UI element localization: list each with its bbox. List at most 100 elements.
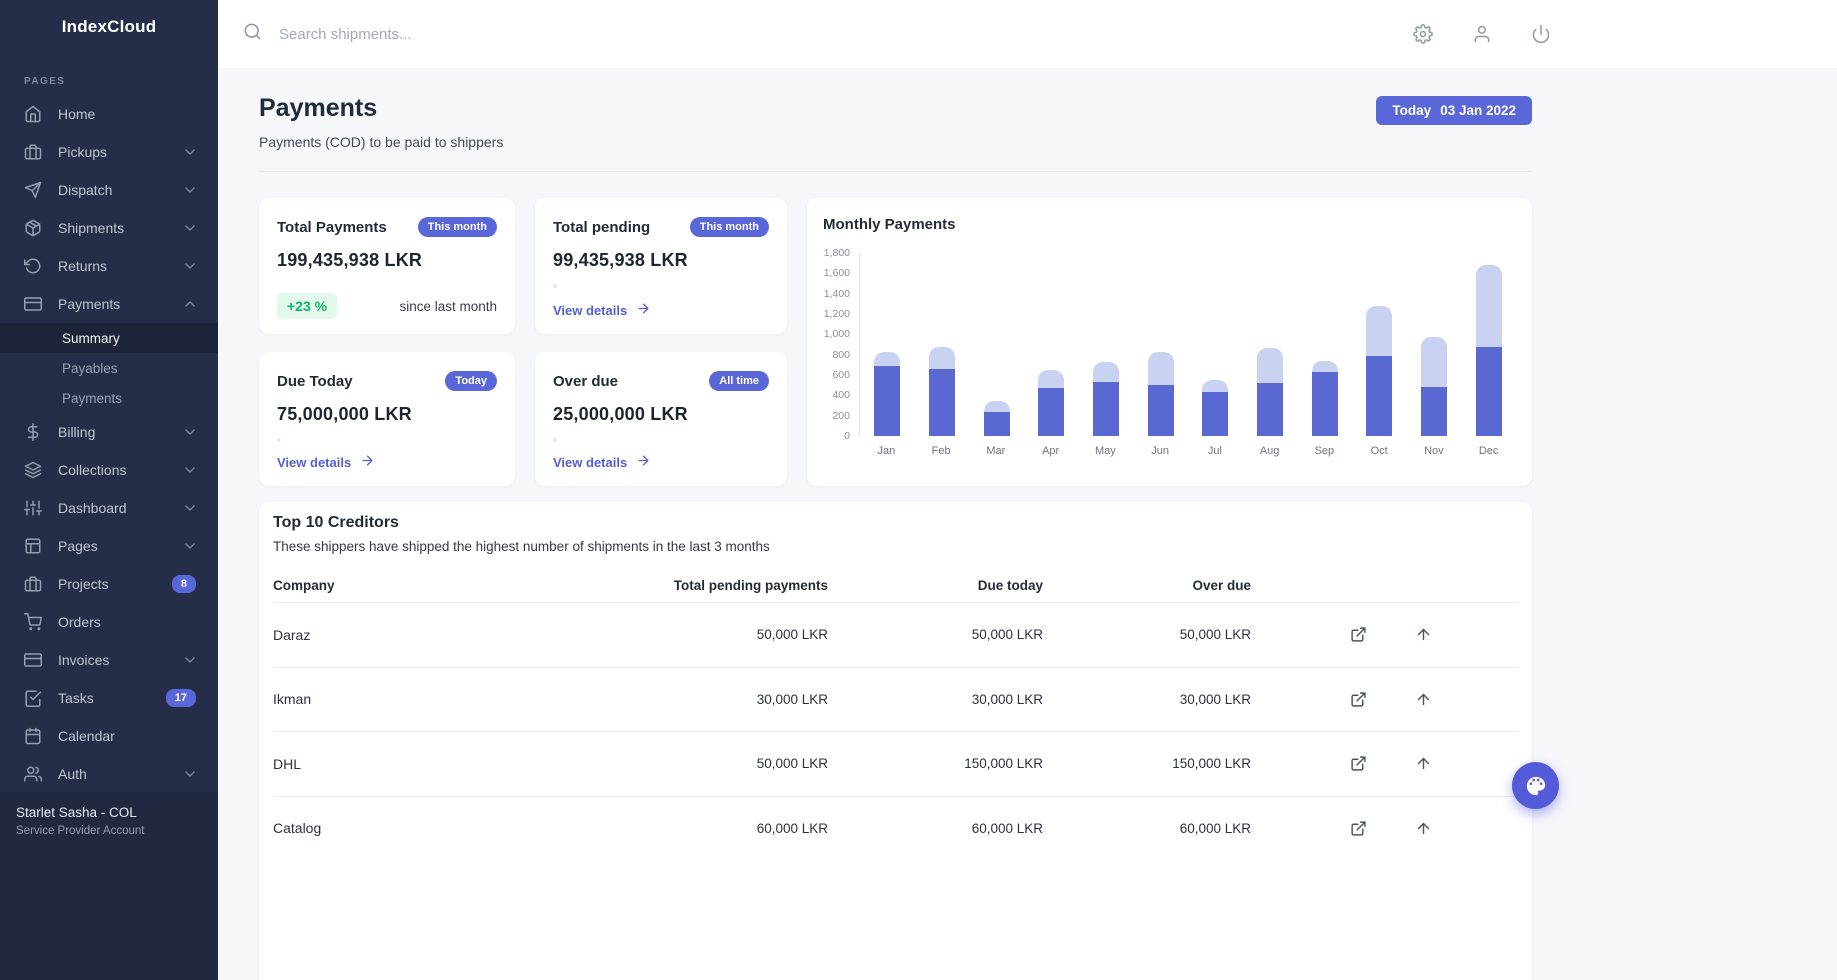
briefcase-icon <box>24 143 42 161</box>
bar-sep[interactable] <box>1312 361 1338 436</box>
bar-oct[interactable] <box>1366 306 1392 436</box>
external-link-button[interactable] <box>1349 690 1367 708</box>
bar-jun[interactable] <box>1148 352 1174 436</box>
sidebar-item-pages[interactable]: Pages <box>0 527 218 565</box>
count-badge: 8 <box>172 575 196 593</box>
sidebar-section-label: PAGES <box>0 76 218 87</box>
sidebar-item-dashboard[interactable]: Dashboard <box>0 489 218 527</box>
send-icon <box>24 181 42 199</box>
sidebar-item-payables[interactable]: Payables <box>0 353 218 383</box>
bar-may[interactable] <box>1093 362 1119 436</box>
arrow-right-icon <box>636 301 651 319</box>
due-today-cell: 50,000 LKR <box>828 627 1043 642</box>
x-axis-label: May <box>1078 445 1133 457</box>
sidebar-item-summary[interactable]: Summary <box>0 323 218 353</box>
bar-jul[interactable] <box>1202 380 1228 436</box>
row-actions <box>1251 819 1518 837</box>
bar-segment-secondary <box>1148 352 1174 385</box>
company-cell: Ikman <box>273 691 598 707</box>
bar-segment-primary <box>1476 347 1502 436</box>
arrow-up-button[interactable] <box>1414 690 1432 708</box>
sidebar-item-orders[interactable]: Orders <box>0 603 218 641</box>
arrow-up-button[interactable] <box>1414 755 1432 773</box>
column-header-over-due: Over due <box>1043 578 1251 593</box>
sidebar-item-collections[interactable]: Collections <box>0 451 218 489</box>
bar-mar[interactable] <box>984 401 1010 436</box>
view-details-link[interactable]: View details <box>553 453 769 471</box>
period-badge: Today <box>445 371 497 391</box>
over-due-card: Over due All time 25,000,000 LKR View de… <box>535 352 787 486</box>
x-axis-label: Jul <box>1188 445 1243 457</box>
chart-plot-area <box>859 253 1516 436</box>
bar-slot <box>1461 265 1516 436</box>
bar-apr[interactable] <box>1038 370 1064 436</box>
x-axis-label: Apr <box>1023 445 1078 457</box>
placeholder-dot <box>277 438 281 442</box>
search-input[interactable] <box>277 25 707 44</box>
topbar <box>218 0 1837 68</box>
sidebar-item-payments[interactable]: Payments <box>0 285 218 323</box>
account-name: Starlet Sasha - COL <box>16 805 202 820</box>
layout-icon <box>24 537 42 555</box>
bar-segment-primary <box>1257 383 1283 436</box>
credit-card-icon <box>24 651 42 669</box>
view-details-link[interactable]: View details <box>277 453 497 471</box>
y-axis-tick: 1,000 <box>824 328 850 340</box>
logout-button[interactable] <box>1522 15 1560 53</box>
sidebar-item-returns[interactable]: Returns <box>0 247 218 285</box>
sidebar-item-calendar[interactable]: Calendar <box>0 717 218 755</box>
external-link-button[interactable] <box>1349 819 1367 837</box>
arrow-up-button[interactable] <box>1414 819 1432 837</box>
bar-dec[interactable] <box>1476 265 1502 436</box>
sidebar-item-dispatch[interactable]: Dispatch <box>0 171 218 209</box>
chevron-down-icon <box>182 462 198 478</box>
period-badge: This month <box>418 217 497 237</box>
chevron-down-icon <box>182 500 198 516</box>
bar-feb[interactable] <box>929 347 955 436</box>
sidebar-item-shipments[interactable]: Shipments <box>0 209 218 247</box>
row-actions <box>1251 690 1518 708</box>
bar-segment-primary <box>929 369 955 436</box>
creditors-table-body: Daraz50,000 LKR50,000 LKR50,000 LKRIkman… <box>273 602 1518 860</box>
view-details-link[interactable]: View details <box>553 301 769 319</box>
y-axis-tick: 200 <box>832 410 850 422</box>
sidebar-item-home[interactable]: Home <box>0 95 218 133</box>
sidebar-item-projects[interactable]: Projects8 <box>0 565 218 603</box>
external-link-button[interactable] <box>1349 755 1367 773</box>
x-axis-label: Jan <box>859 445 914 457</box>
bar-segment-primary <box>1202 392 1228 436</box>
chart-y-axis: 1,8001,6001,4001,2001,0008006004002000 <box>823 253 859 436</box>
settings-button[interactable] <box>1404 15 1442 53</box>
chevron-down-icon <box>182 258 198 274</box>
chevron-down-icon <box>182 144 198 160</box>
bar-jan[interactable] <box>874 352 900 436</box>
layers-icon <box>24 461 42 479</box>
placeholder-dot <box>553 438 557 442</box>
sidebar-item-label: Projects <box>58 576 172 592</box>
chevron-down-icon <box>182 652 198 668</box>
y-axis-tick: 600 <box>832 369 850 381</box>
date-button[interactable]: Today 03 Jan 2022 <box>1376 96 1532 125</box>
sidebar-item-payments[interactable]: Payments <box>0 383 218 413</box>
arrow-up-button[interactable] <box>1414 626 1432 644</box>
theme-customizer-button[interactable] <box>1512 762 1559 809</box>
sidebar-item-tasks[interactable]: Tasks17 <box>0 679 218 717</box>
sidebar-item-auth[interactable]: Auth <box>0 755 218 793</box>
table-row-ikman: Ikman30,000 LKR30,000 LKR30,000 LKR <box>273 667 1518 732</box>
y-axis-tick: 1,600 <box>824 267 850 279</box>
bar-slot <box>1188 380 1243 436</box>
external-link-button[interactable] <box>1349 626 1367 644</box>
sidebar-item-billing[interactable]: Billing <box>0 413 218 451</box>
sidebar-item-pickups[interactable]: Pickups <box>0 133 218 171</box>
x-axis-label: Nov <box>1407 445 1462 457</box>
bar-aug[interactable] <box>1257 348 1283 436</box>
sidebar-item-label: Shipments <box>58 220 182 236</box>
app-logo: IndexCloud <box>0 0 218 54</box>
bar-nov[interactable] <box>1421 337 1447 436</box>
sidebar-item-invoices[interactable]: Invoices <box>0 641 218 679</box>
sidebar-item-label: Calendar <box>58 728 198 744</box>
chart-x-axis: JanFebMarAprMayJunJulAugSepOctNovDec <box>859 445 1516 457</box>
sidebar-item-label: Collections <box>58 462 182 478</box>
sidebar-item-label: Tasks <box>58 690 166 706</box>
profile-button[interactable] <box>1463 15 1501 53</box>
